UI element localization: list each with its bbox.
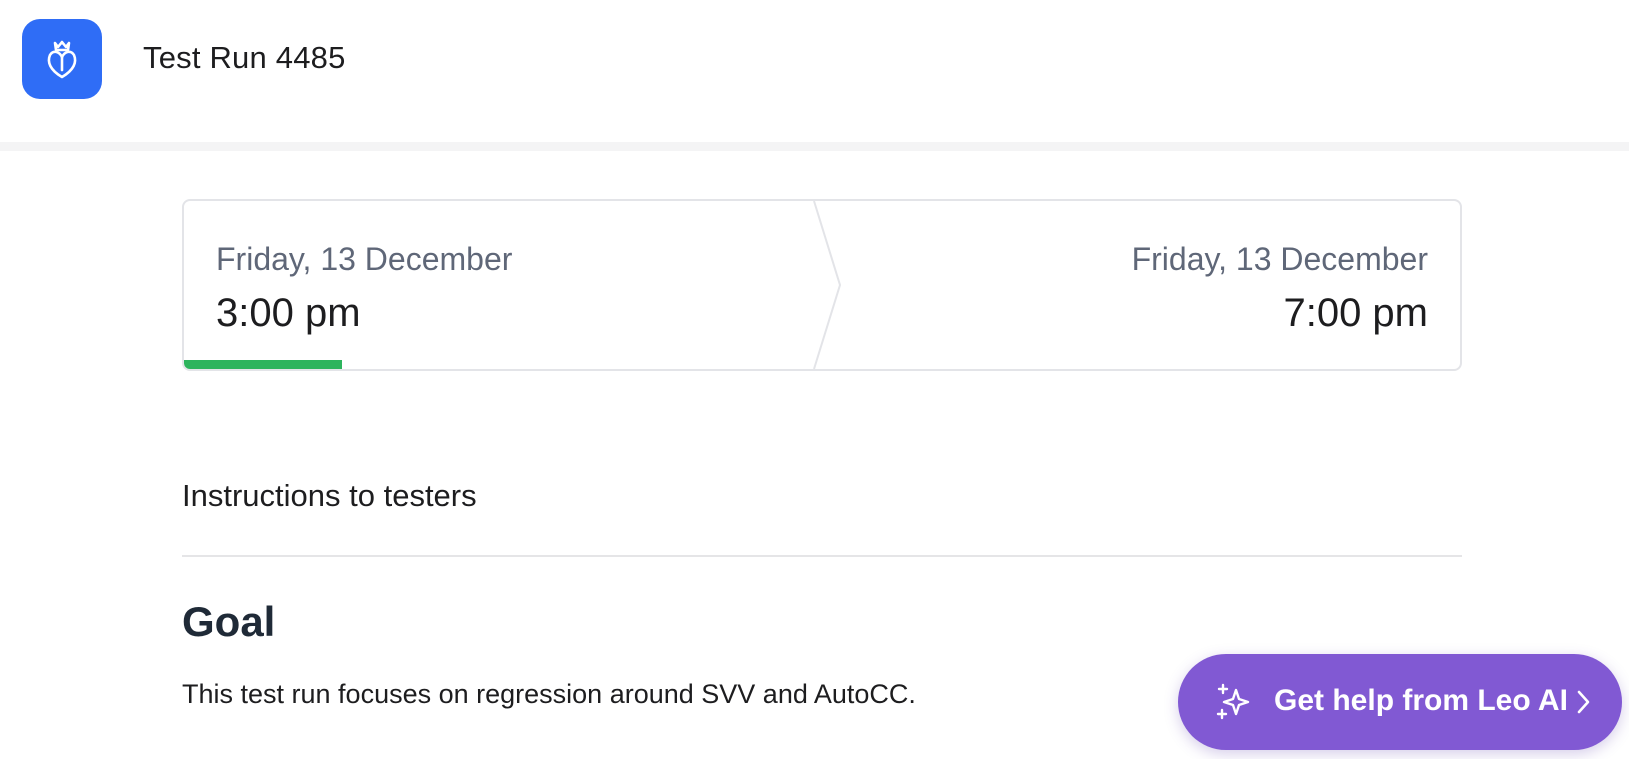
top-bar: Test Run 4485 (0, 0, 1629, 142)
instructions-heading: Instructions to testers (182, 478, 477, 513)
leo-ai-help-label: Get help from Leo AI (1274, 684, 1568, 717)
crown-shield-icon (47, 40, 77, 79)
sparkles-icon (1216, 683, 1250, 720)
end-time: 7:00 pm (1283, 291, 1428, 335)
start-time: 3:00 pm (216, 291, 361, 335)
progress-bar (184, 360, 814, 369)
start-date: Friday, 13 December (216, 241, 513, 277)
page-title: Test Run 4485 (143, 40, 346, 75)
timeline-separator (813, 201, 842, 369)
section-divider (182, 555, 1462, 557)
leo-ai-help-button[interactable]: Get help from Leo AI (1178, 654, 1622, 750)
app-logo[interactable] (22, 19, 102, 99)
goal-text: This test run focuses on regression arou… (182, 679, 916, 709)
schedule-timeline: Friday, 13 December 3:00 pm Friday, 13 D… (182, 199, 1462, 371)
progress-bar-fill (184, 360, 342, 369)
chevron-right-icon (1577, 690, 1590, 714)
end-date: Friday, 13 December (1131, 241, 1428, 277)
goal-heading: Goal (182, 598, 276, 645)
header-divider (0, 142, 1629, 151)
